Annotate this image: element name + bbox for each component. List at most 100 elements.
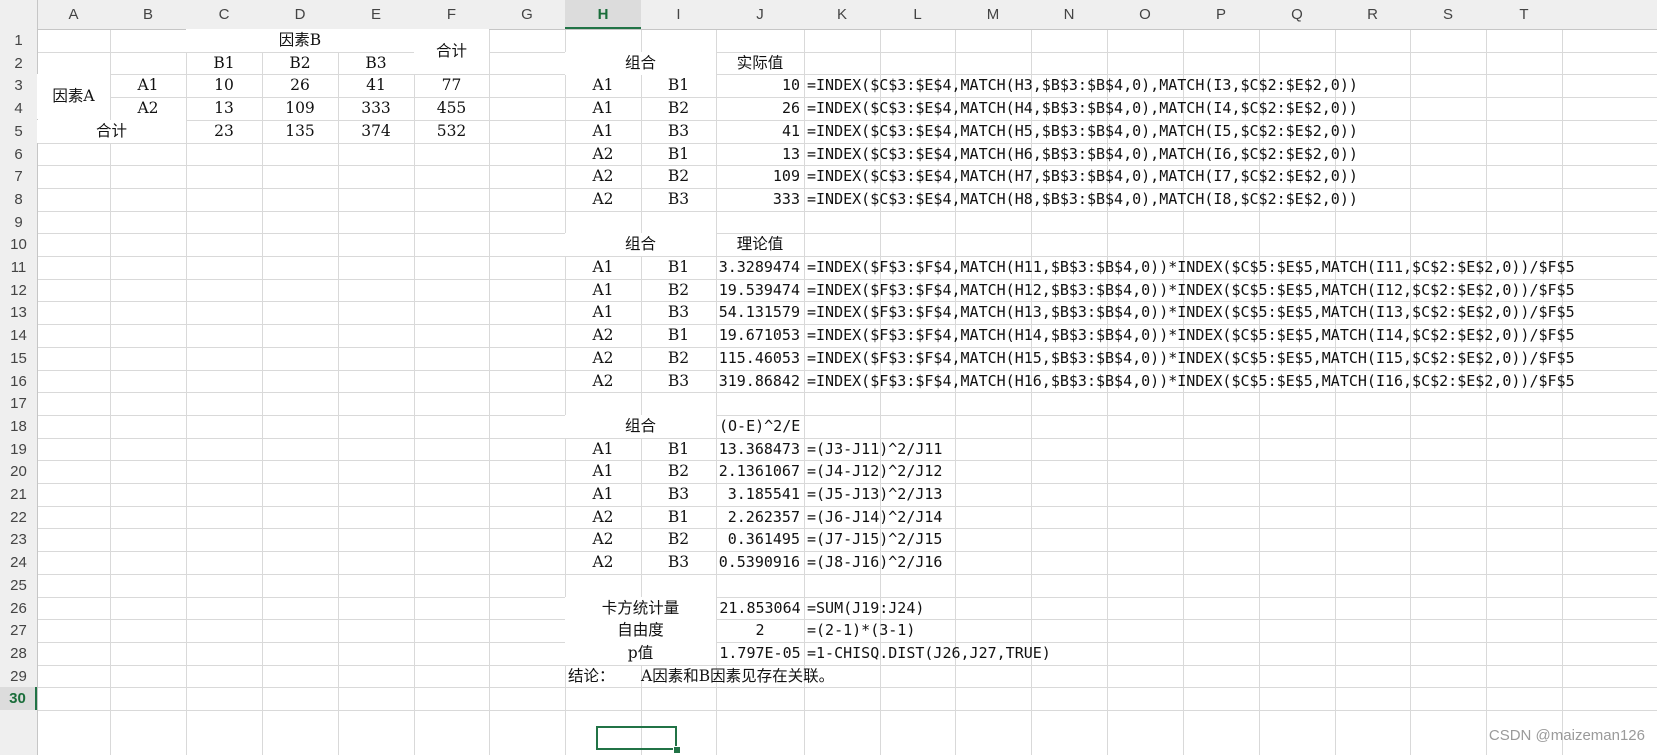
column-header-l[interactable]: L (880, 0, 955, 29)
row-gridline (0, 710, 1657, 711)
observed-value: 10 (781, 76, 800, 94)
column-header-h[interactable]: H (565, 0, 641, 29)
column-header-i[interactable]: I (641, 0, 716, 29)
expected-b-level: B1 (667, 258, 690, 276)
a-level-label: A1 (137, 76, 159, 94)
expected-b-level: B2 (667, 281, 690, 299)
column-header-e[interactable]: E (338, 0, 414, 29)
count-cell: 13 (214, 99, 234, 117)
expected-value: 115.46053 (718, 349, 800, 367)
row-header-26[interactable]: 26 (0, 597, 37, 620)
row-header-13[interactable]: 13 (0, 301, 37, 324)
observed-group-header: 组合 (565, 52, 716, 75)
factor-a-label: 因素A (37, 74, 110, 119)
chisq-term-b-level: B1 (667, 440, 690, 458)
count-cell: 10 (214, 76, 234, 94)
b-level-label: B1 (213, 54, 235, 72)
column-header-m[interactable]: M (955, 0, 1031, 29)
column-header-r[interactable]: R (1335, 0, 1410, 29)
column-header-a[interactable]: A (37, 0, 110, 29)
column-header-t[interactable]: T (1486, 0, 1562, 29)
observed-value: 41 (781, 122, 800, 140)
chisq-term-b-level: B3 (667, 553, 690, 571)
summary-formula: =1-CHISQ.DIST(J26,J27,TRUE) (807, 644, 1051, 662)
row-header-6[interactable]: 6 (0, 143, 37, 166)
column-total-cell: 23 (214, 122, 234, 140)
observed-formula: =INDEX($C$3:$E$4,MATCH(H4,$B$3:$B$4,0),M… (807, 99, 1358, 117)
row-header-21[interactable]: 21 (0, 483, 37, 506)
column-header-o[interactable]: O (1107, 0, 1183, 29)
expected-b-level: B1 (667, 326, 690, 344)
chisq-term-formula: =(J4-J12)^2/J12 (807, 462, 943, 480)
observed-value: 13 (781, 145, 800, 163)
row-header-12[interactable]: 12 (0, 279, 37, 302)
column-header-f[interactable]: F (414, 0, 489, 29)
row-header-1[interactable]: 1 (0, 29, 37, 52)
row-header-4[interactable]: 4 (0, 97, 37, 120)
row-header-2[interactable]: 2 (0, 52, 37, 75)
row-header-11[interactable]: 11 (0, 256, 37, 279)
active-cell-selection[interactable] (596, 726, 677, 750)
column-header-d[interactable]: D (262, 0, 338, 29)
chisq-term-formula: =(J3-J11)^2/J11 (807, 440, 943, 458)
chisq-term-a-level: A1 (592, 462, 614, 480)
column-header-c[interactable]: C (186, 0, 262, 29)
expected-formula: =INDEX($F$3:$F$4,MATCH(H16,$B$3:$B$4,0))… (807, 372, 1575, 390)
row-header-14[interactable]: 14 (0, 324, 37, 347)
chisq-term-b-level: B2 (667, 462, 690, 480)
row-header-15[interactable]: 15 (0, 347, 37, 370)
expected-value: 54.131579 (718, 303, 800, 321)
column-header-n[interactable]: N (1031, 0, 1107, 29)
spreadsheet[interactable]: A B C D E F G H I J K L M N O P Q R S T 1 2 3 4 5 6 7 8 9 10 11 12 13 14 1… (0, 0, 1657, 755)
row-header-28[interactable]: 28 (0, 642, 37, 665)
fill-handle[interactable] (673, 746, 681, 754)
column-header-s[interactable]: S (1410, 0, 1486, 29)
factor-b-header: 因素B (186, 29, 414, 52)
chisq-term-value: 2.262357 (727, 508, 800, 526)
row-header-18[interactable]: 18 (0, 415, 37, 438)
column-header-p[interactable]: P (1183, 0, 1259, 29)
column-header-b[interactable]: B (110, 0, 186, 29)
row-header-17[interactable]: 17 (0, 392, 37, 415)
expected-a-level: A1 (592, 281, 614, 299)
expected-b-level: B2 (667, 349, 690, 367)
observed-formula: =INDEX($C$3:$E$4,MATCH(H7,$B$3:$B$4,0),M… (807, 167, 1358, 185)
grand-total-cell: 532 (436, 122, 467, 140)
row-total-cell: 455 (436, 99, 467, 117)
row-header-8[interactable]: 8 (0, 188, 37, 211)
row-header-7[interactable]: 7 (0, 165, 37, 188)
row-header-9[interactable]: 9 (0, 211, 37, 234)
b-level-label: B3 (365, 54, 387, 72)
observed-b-level: B1 (667, 76, 690, 94)
observed-formula: =INDEX($C$3:$E$4,MATCH(H5,$B$3:$B$4,0),M… (807, 122, 1358, 140)
row-header-22[interactable]: 22 (0, 506, 37, 529)
chisq-term-value: 2.1361067 (718, 462, 800, 480)
row-header-24[interactable]: 24 (0, 551, 37, 574)
observed-a-level: A1 (592, 76, 614, 94)
row-header-10[interactable]: 10 (0, 233, 37, 256)
row-header-23[interactable]: 23 (0, 528, 37, 551)
expected-formula: =INDEX($F$3:$F$4,MATCH(H13,$B$3:$B$4,0))… (807, 303, 1575, 321)
column-header-g[interactable]: G (489, 0, 565, 29)
column-header-q[interactable]: Q (1259, 0, 1335, 29)
observed-formula: =INDEX($C$3:$E$4,MATCH(H3,$B$3:$B$4,0),M… (807, 76, 1358, 94)
column-header-j[interactable]: J (716, 0, 804, 29)
expected-value: 19.539474 (718, 281, 800, 299)
chisq-term-formula: =(J7-J15)^2/J15 (807, 530, 943, 548)
column-header-k[interactable]: K (804, 0, 880, 29)
expected-value: 19.671053 (718, 326, 800, 344)
row-header-5[interactable]: 5 (0, 120, 37, 143)
chisq-term-value: 3.185541 (727, 485, 800, 503)
row-header-27[interactable]: 27 (0, 619, 37, 642)
chisq-term-a-level: A1 (592, 440, 614, 458)
row-header-3[interactable]: 3 (0, 74, 37, 97)
row-header-25[interactable]: 25 (0, 574, 37, 597)
row-gridline (0, 415, 1657, 416)
row-header-20[interactable]: 20 (0, 460, 37, 483)
row-header-16[interactable]: 16 (0, 370, 37, 393)
row-header-29[interactable]: 29 (0, 665, 37, 688)
row-header-30[interactable]: 30 (0, 687, 37, 710)
summary-label: 卡方统计量 (565, 597, 716, 620)
row-header-19[interactable]: 19 (0, 438, 37, 461)
count-cell: 109 (285, 99, 315, 117)
